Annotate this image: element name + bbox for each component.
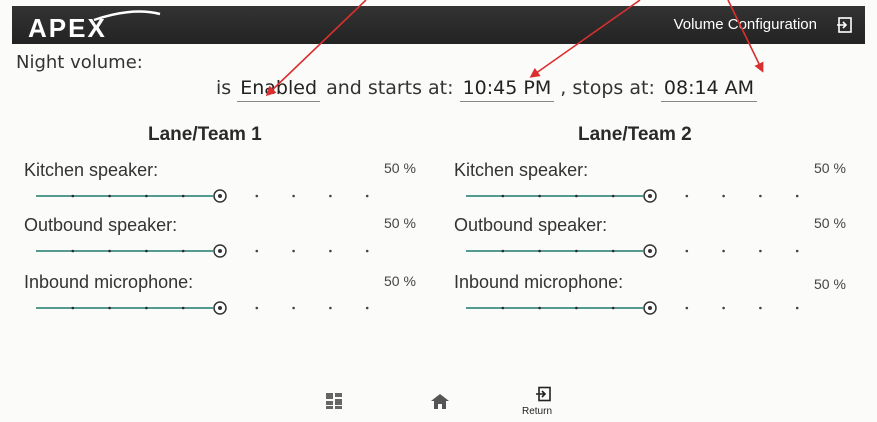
- stops-text: , stops at:: [560, 77, 655, 99]
- slider-knob-center: [218, 194, 222, 198]
- return-label: Return: [522, 406, 553, 417]
- slider-tick: [329, 306, 332, 310]
- grid-icon[interactable]: [326, 393, 342, 409]
- slider-knob-center: [218, 306, 222, 310]
- slider-tick: [292, 194, 295, 198]
- slider-tick: [685, 249, 689, 253]
- lane-1-inbound-value: 50 %: [384, 273, 416, 289]
- lane-1-outbound-value: 50 %: [384, 215, 416, 231]
- slider-tick: [365, 249, 369, 253]
- slider-tick: [255, 249, 259, 253]
- slider-tick: [759, 306, 762, 310]
- lane-1-outbound-label: Outbound speaker:: [24, 215, 178, 235]
- lane-2-outbound-value: 50 %: [814, 215, 846, 231]
- slider-tick: [722, 194, 725, 198]
- lane-1-kitchen-slider[interactable]: [30, 186, 410, 206]
- slider-tick: [501, 249, 505, 253]
- lane-1-kitchen-label: Kitchen speaker:: [24, 160, 159, 180]
- apex-logo: APEX: [28, 10, 161, 45]
- lane-2-outbound-label: Outbound speaker:: [454, 215, 608, 235]
- slider-tick: [795, 249, 799, 253]
- slider-tick: [329, 194, 332, 198]
- slider-tick: [501, 306, 505, 310]
- lane-1-kitchen-value: 50 %: [384, 160, 416, 176]
- slider-tick: [329, 249, 332, 253]
- slider-tick: [71, 194, 75, 198]
- slider-tick: [759, 249, 762, 253]
- night-status-field[interactable]: Enabled: [237, 77, 321, 102]
- slider-tick: [181, 194, 185, 198]
- slider-tick: [611, 194, 615, 198]
- slider-tick: [255, 306, 259, 310]
- home-icon[interactable]: [431, 394, 449, 409]
- slider-tick: [685, 194, 689, 198]
- lane-1-inbound-label: Inbound microphone:: [24, 272, 194, 292]
- slider-tick: [795, 306, 799, 310]
- slider-tick: [292, 249, 295, 253]
- slider-tick: [538, 194, 541, 198]
- slider-tick: [108, 194, 111, 198]
- lane-2-inbound-label: Inbound microphone:: [454, 272, 624, 292]
- page-title: Volume Configuration: [673, 16, 817, 33]
- lane-2-kitchen-value: 50 %: [814, 160, 846, 176]
- slider-tick: [722, 306, 725, 310]
- lane-2-kitchen-slider[interactable]: [460, 186, 840, 206]
- slider-tick: [501, 194, 505, 198]
- slider-tick: [71, 249, 75, 253]
- slider-tick: [722, 249, 725, 253]
- slider-tick: [538, 249, 541, 253]
- slider-tick: [365, 306, 369, 310]
- slider-tick: [181, 249, 185, 253]
- top-bar: APEX Volume Configuration: [12, 6, 865, 44]
- lane-1-inbound-slider[interactable]: [30, 298, 410, 318]
- night-volume-row: is Enabled and starts at: 10:45 PM , sto…: [216, 77, 758, 102]
- slider-tick: [181, 306, 185, 310]
- slider-tick: [292, 306, 295, 310]
- slider-tick: [575, 194, 578, 198]
- logo-swoosh-icon: [93, 10, 161, 22]
- slider-tick: [538, 306, 541, 310]
- slider-tick: [145, 249, 148, 253]
- slider-tick: [145, 194, 148, 198]
- slider-tick: [108, 249, 111, 253]
- slider-tick: [611, 306, 615, 310]
- lane-2-title: Lane/Team 2: [578, 124, 692, 145]
- stop-time-field[interactable]: 08:14 AM: [660, 77, 758, 102]
- slider-tick: [795, 194, 799, 198]
- slider-knob-center: [218, 249, 222, 253]
- slider-tick: [685, 306, 689, 310]
- lane-1-title: Lane/Team 1: [148, 124, 262, 145]
- lane-2-inbound-value: 50 %: [814, 276, 846, 292]
- slider-tick: [71, 306, 75, 310]
- return-button[interactable]: Return: [520, 386, 566, 420]
- lane-2-outbound-slider[interactable]: [460, 241, 840, 261]
- night-prefix: is: [216, 77, 232, 99]
- slider-tick: [145, 306, 148, 310]
- slider-tick: [108, 306, 111, 310]
- slider-tick: [575, 249, 578, 253]
- slider-tick: [365, 194, 369, 198]
- lane-1-outbound-slider[interactable]: [30, 241, 410, 261]
- lane-2-inbound-slider[interactable]: [460, 298, 840, 318]
- slider-knob-center: [648, 306, 652, 310]
- lane-2-kitchen-label: Kitchen speaker:: [454, 160, 589, 180]
- start-time-field[interactable]: 10:45 PM: [459, 77, 555, 102]
- slider-tick: [611, 249, 615, 253]
- starts-text: and starts at:: [326, 77, 454, 99]
- night-volume-label: Night volume:: [16, 52, 143, 73]
- return-icon: [536, 386, 551, 402]
- slider-knob-center: [648, 194, 652, 198]
- slider-knob-center: [648, 249, 652, 253]
- slider-tick: [575, 306, 578, 310]
- slider-tick: [255, 194, 259, 198]
- exit-icon[interactable]: [835, 15, 855, 35]
- slider-tick: [759, 194, 762, 198]
